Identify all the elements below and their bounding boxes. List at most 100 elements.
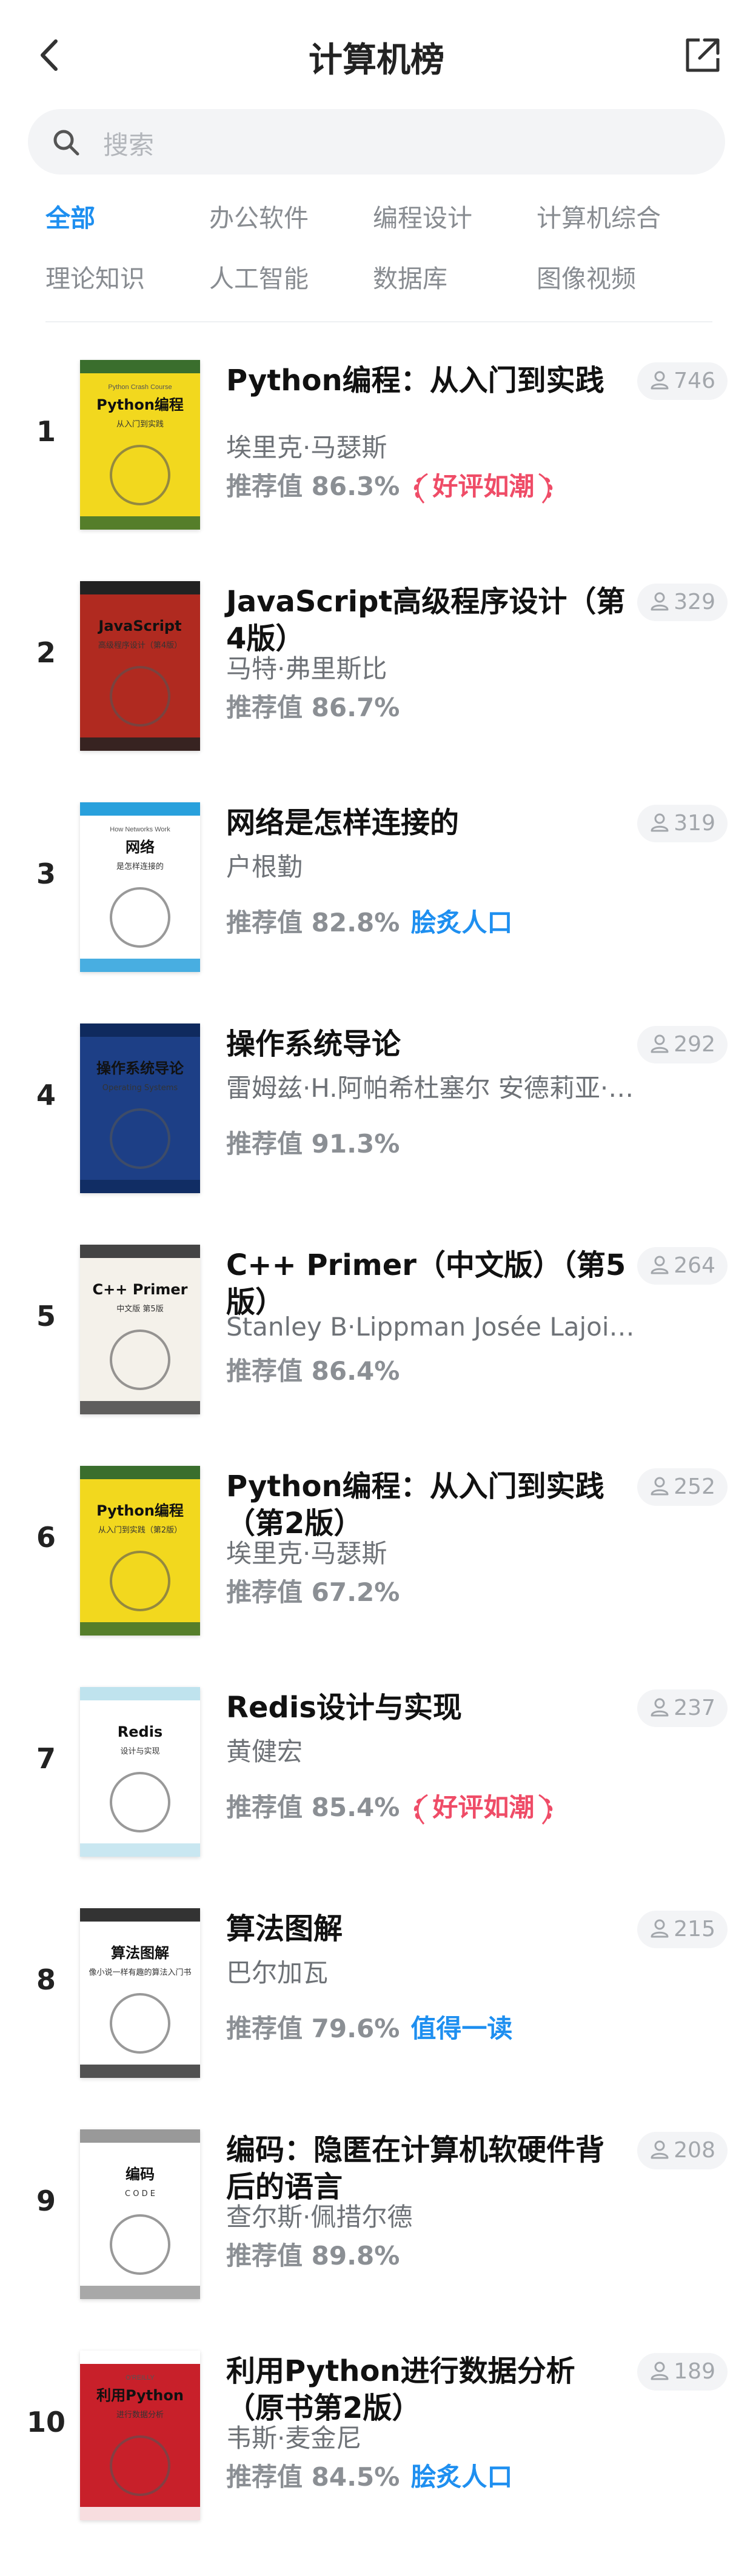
book-author: 韦斯·麦金尼 (226, 2423, 362, 2453)
book-title[interactable]: 网络是怎样连接的 (226, 805, 632, 842)
book-title[interactable]: 编码：隐匿在计算机软硬件背后的语言 (226, 2132, 632, 2206)
book-cover[interactable]: JavaScript 高级程序设计（第4版） (80, 581, 200, 751)
badge: 好评如潮 (410, 1792, 556, 1825)
book-row[interactable]: 5 C++ Primer 中文版 第5版 C++ Primer（中文版）（第5版） St… (0, 1212, 753, 1435)
book-author: Stanley B·Lippman Josée Lajoie Barbara E… (226, 1312, 638, 1342)
book-cover[interactable]: Python编程 从入门到实践（第2版） (80, 1466, 200, 1636)
cover-subtitle: 从入门到实践（第2版） (98, 1526, 182, 1535)
score-value: 推荐值 84.5% (226, 2462, 400, 2492)
tab-image-video[interactable]: 图像视频 (537, 258, 636, 295)
book-title[interactable]: JavaScript高级程序设计（第4版） (226, 584, 632, 657)
book-title[interactable]: 操作系统导论 (226, 1026, 632, 1063)
book-author: 户根勤 (226, 852, 303, 882)
tab-computer-general[interactable]: 计算机综合 (537, 198, 661, 234)
cover-title: 编码 (126, 2166, 155, 2183)
book-author: 马特·弗里斯比 (226, 654, 387, 684)
book-row[interactable]: 1 Python Crash Course Python编程 从入门到实践 Python… (0, 327, 753, 550)
user-icon (649, 368, 674, 393)
rank-number: 7 (36, 1742, 56, 1775)
tab-ai[interactable]: 人工智能 (209, 258, 309, 295)
book-cover[interactable]: How Networks Work 网络 是怎样连接的 (80, 802, 200, 972)
book-author: 巴尔加瓦 (226, 1958, 329, 1988)
reader-count: 264 (674, 1253, 715, 1278)
book-cover[interactable]: 编码 C O D E (80, 2129, 200, 2299)
book-title[interactable]: Python编程：从入门到实践 (226, 362, 632, 399)
score-value: 推荐值 79.6% (226, 2014, 400, 2043)
cover-top-text: O'REILLY (126, 2374, 155, 2381)
badge-label: 好评如潮 (432, 471, 535, 501)
tab-programming[interactable]: 编程设计 (373, 198, 472, 234)
search-icon (51, 127, 81, 158)
book-row[interactable]: 2 JavaScript 高级程序设计（第4版） JavaScript高级程序设计（第… (0, 548, 753, 771)
rank-number: 3 (36, 857, 56, 890)
reader-count: 292 (674, 1032, 715, 1057)
tab-theory[interactable]: 理论知识 (45, 258, 145, 295)
cover-subtitle: Operating Systems (102, 1083, 178, 1093)
user-icon (649, 590, 674, 614)
reader-count-badge: 252 (637, 1468, 728, 1506)
reader-count-badge: 329 (637, 584, 728, 621)
cover-title: 算法图解 (111, 1945, 169, 1962)
reader-count: 237 (674, 1696, 715, 1720)
book-title[interactable]: Redis设计与实现 (226, 1689, 632, 1726)
user-icon (649, 1917, 674, 1942)
rank-number: 5 (36, 1300, 56, 1333)
user-icon (649, 811, 674, 836)
badge: 脍炙人口 (410, 2462, 513, 2492)
recommend-score: 推荐值 85.4% 好评如潮 (226, 1787, 556, 1826)
recommend-score: 推荐值 86.7% (226, 687, 400, 724)
user-icon (649, 2359, 674, 2384)
user-icon (649, 1474, 674, 1499)
book-row[interactable]: 6 Python编程 从入门到实践（第2版） Python编程：从入门到实践（第2版）… (0, 1433, 753, 1656)
reader-count-badge: 292 (637, 1026, 728, 1063)
book-title[interactable]: 利用Python进行数据分析（原书第2版） (226, 2353, 632, 2427)
book-row[interactable]: 10 O'REILLY 利用Python 进行数据分析 利用Python进行数据分析（原… (0, 2318, 753, 2541)
book-title[interactable]: 算法图解 (226, 1911, 632, 1948)
badge-label: 好评如潮 (432, 1792, 535, 1822)
recommend-score: 推荐值 84.5% 脍炙人口 (226, 2457, 512, 2494)
reader-count-badge: 215 (637, 1911, 728, 1948)
cover-subtitle: 是怎样连接的 (116, 862, 164, 871)
cover-top-text: Python Crash Course (108, 384, 172, 391)
book-row[interactable]: 9 编码 C O D E 编码：隐匿在计算机软硬件背后的语言 查尔斯·佩措尔德 推荐值 8… (0, 2097, 753, 2320)
book-cover[interactable]: Redis 设计与实现 (80, 1687, 200, 1857)
reader-count: 746 (674, 368, 715, 393)
user-icon (649, 2138, 674, 2163)
share-icon[interactable] (681, 34, 724, 76)
book-cover[interactable]: Python Crash Course Python编程从入门到实践 (80, 360, 200, 530)
tab-office-software[interactable]: 办公软件 (209, 198, 309, 234)
reader-count: 319 (674, 811, 715, 836)
recommend-score: 推荐值 67.2% (226, 1572, 400, 1609)
book-row[interactable]: 7 Redis 设计与实现 Redis设计与实现 黄健宏 推荐值 85.4% 好评如潮 237 (0, 1654, 753, 1877)
score-value: 推荐值 85.4% (226, 1792, 400, 1822)
top-bar: 计算机榜 (0, 0, 753, 109)
book-cover[interactable]: 操作系统导论 Operating Systems (80, 1023, 200, 1193)
cover-subtitle: 设计与实现 (120, 1747, 159, 1756)
book-cover[interactable]: 算法图解像小说一样有趣的算法入门书 (80, 1908, 200, 2078)
rank-number: 4 (36, 1079, 56, 1111)
cover-subtitle: 像小说一样有趣的算法入门书 (89, 1968, 191, 1977)
divider (45, 321, 712, 322)
cover-title: Python编程 (96, 396, 184, 413)
cover-subtitle: 从入门到实践 (116, 420, 164, 429)
book-author: 埃里克·马瑟斯 (226, 1539, 387, 1568)
score-value: 推荐值 86.3% (226, 471, 400, 501)
cover-top-text: How Networks Work (110, 826, 170, 833)
tab-database[interactable]: 数据库 (373, 258, 447, 295)
book-row[interactable]: 3 How Networks Work 网络 是怎样连接的 网络是怎样连接的 户根勤 推荐值… (0, 770, 753, 993)
badge: 脍炙人口 (410, 908, 513, 937)
cover-title: 操作系统导论 (96, 1060, 184, 1077)
rank-number: 8 (36, 1963, 56, 1996)
rank-number: 6 (36, 1521, 56, 1554)
book-title[interactable]: Python编程：从入门到实践（第2版） (226, 1468, 632, 1542)
rank-number: 9 (36, 2185, 56, 2217)
cover-title: C++ Primer (93, 1281, 188, 1298)
score-value: 推荐值 91.3% (226, 1129, 400, 1159)
book-title[interactable]: C++ Primer（中文版）（第5版） (226, 1247, 632, 1321)
search-input[interactable]: 搜索 (28, 109, 725, 175)
book-cover[interactable]: O'REILLY 利用Python 进行数据分析 (80, 2351, 200, 2520)
tab-all[interactable]: 全部 (45, 198, 95, 234)
book-cover[interactable]: C++ Primer 中文版 第5版 (80, 1245, 200, 1414)
book-row[interactable]: 4 操作系统导论 Operating Systems 操作系统导论 雷姆兹·H.阿帕希杜… (0, 991, 753, 1214)
book-row[interactable]: 8 算法图解 像小说一样有趣的算法入门书 算法图解 巴尔加瓦 推荐值 79.6% 值得一读 2… (0, 1875, 753, 2098)
